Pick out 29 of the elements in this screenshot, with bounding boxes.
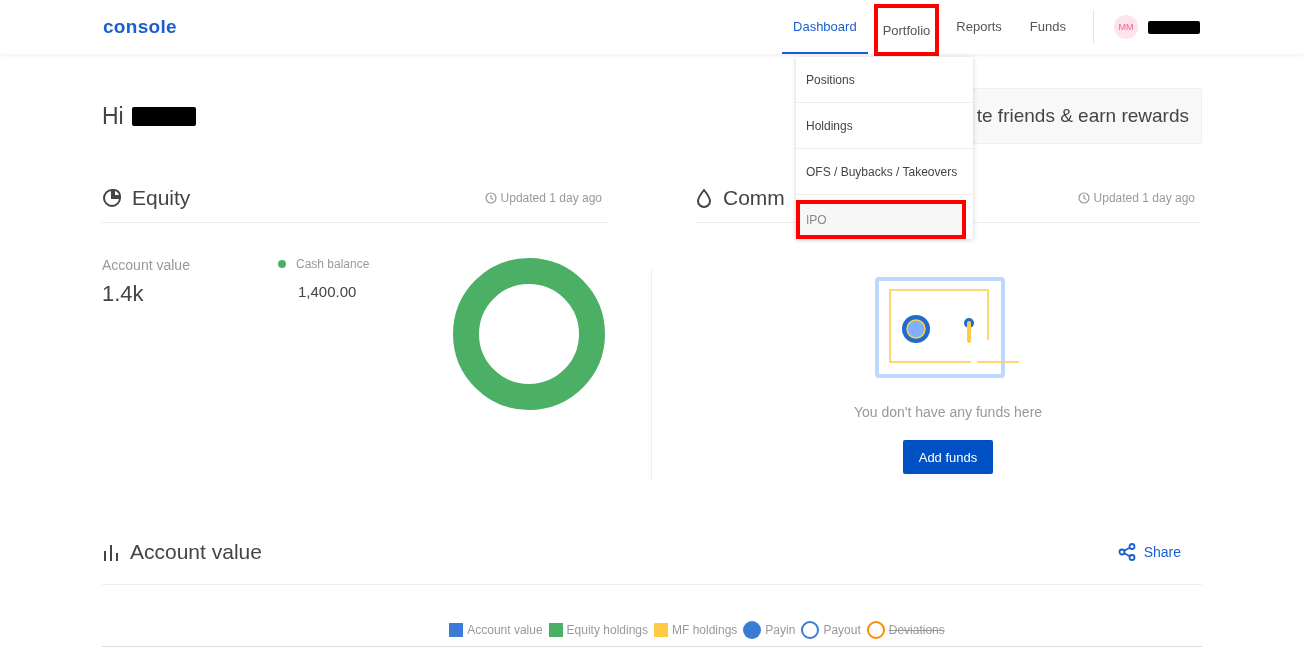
add-funds-button[interactable]: Add funds	[902, 440, 994, 474]
dropdown-item[interactable]: IPO	[796, 200, 966, 239]
dropdown-item[interactable]: Positions	[796, 57, 973, 103]
bar-chart-icon	[102, 543, 120, 561]
account-value-label: Account value	[102, 257, 191, 273]
nav-tab[interactable]: Funds	[1018, 0, 1077, 54]
account-value: 1.4k	[102, 281, 145, 307]
section-title: Account value	[130, 540, 262, 564]
redaction-bar	[1148, 20, 1200, 34]
share-icon[interactable]	[1117, 543, 1136, 561]
pie-chart-icon	[102, 188, 122, 208]
section-title: Equity	[132, 186, 191, 210]
clock-icon	[1077, 192, 1090, 204]
clock-icon	[484, 192, 497, 204]
legend-label: Cash balance	[296, 257, 370, 271]
redaction-bar	[131, 106, 196, 126]
nav-tab[interactable]: Dashboard	[782, 0, 868, 54]
empty-message: You don't have any funds here	[853, 404, 1043, 420]
nav-tab[interactable]: Reports	[945, 0, 1013, 54]
dropdown-item[interactable]: OFS / Buybacks / Takeovers	[796, 149, 973, 195]
section-title: Comm	[723, 186, 785, 210]
updated-text: Updated 1 day ago	[1093, 191, 1195, 205]
greeting: Hi	[102, 102, 124, 130]
drop-icon	[695, 188, 713, 208]
updated-text: Updated 1 day ago	[500, 191, 602, 205]
legend-value: 1,400.00	[298, 283, 358, 300]
logo[interactable]: console	[103, 16, 177, 38]
nav-tab[interactable]: Portfolio	[873, 4, 940, 56]
share-link[interactable]: Share	[1143, 544, 1181, 560]
